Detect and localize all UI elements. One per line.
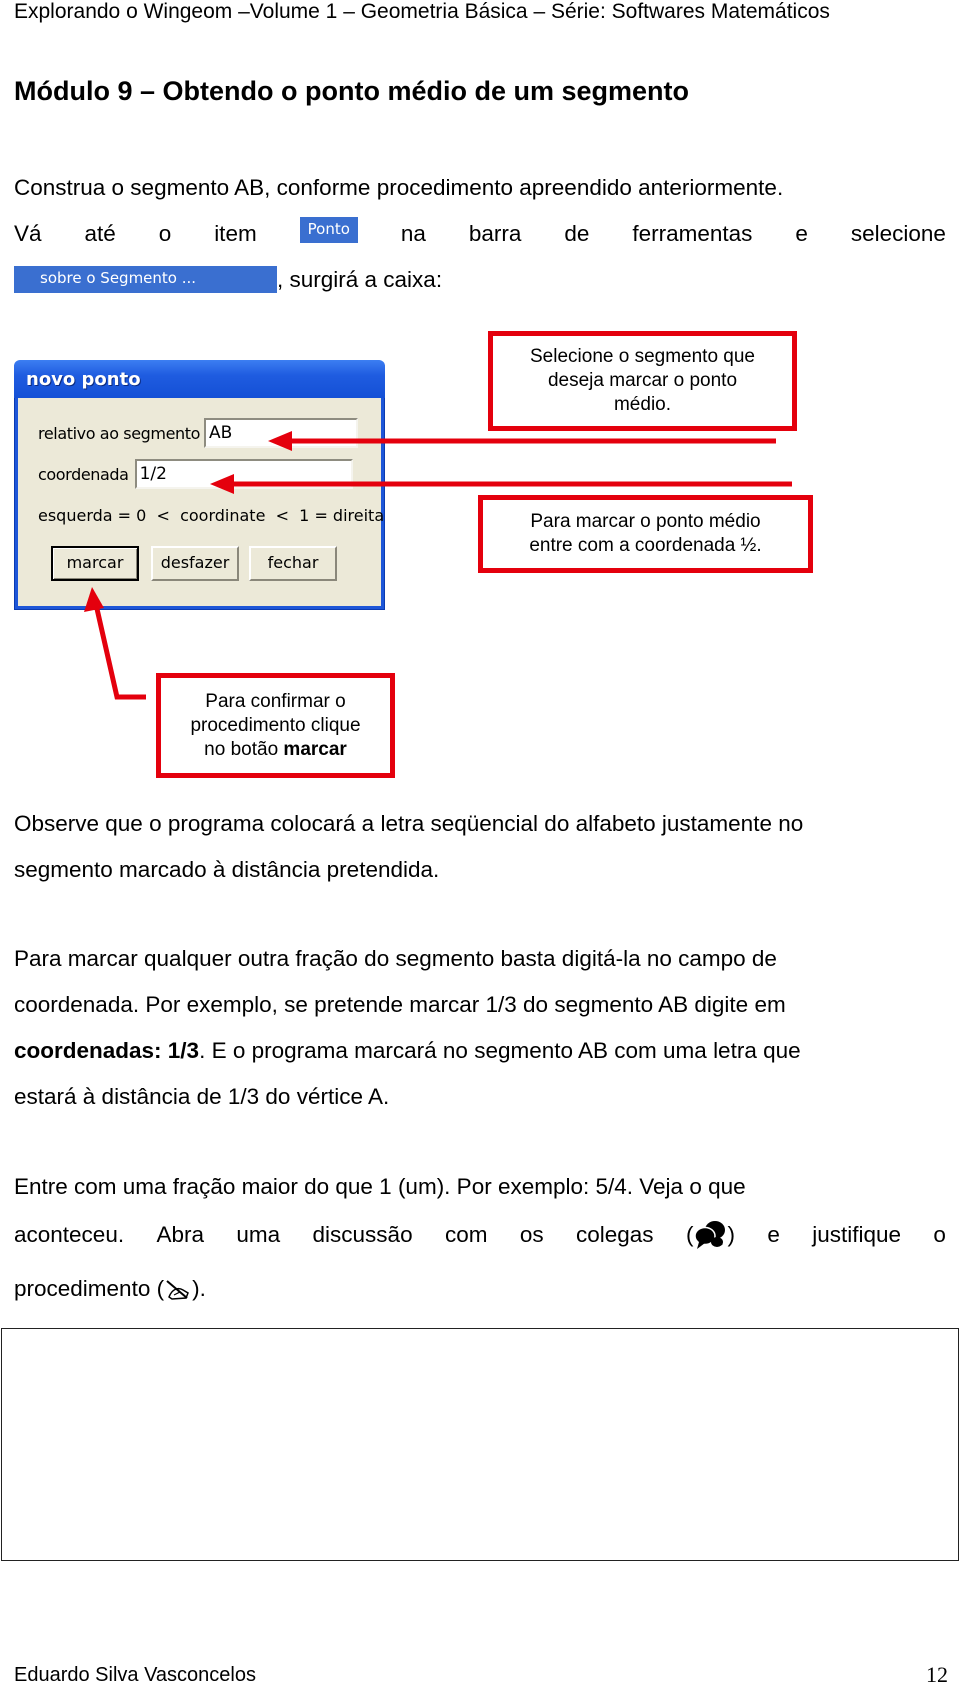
word: item xyxy=(214,221,257,246)
close-paren: ) xyxy=(727,1222,735,1247)
fraction-line-1: Para marcar qualquer outra fração do seg… xyxy=(14,946,777,971)
callout-line: procedimento clique xyxy=(190,714,361,736)
word: justifique xyxy=(812,1222,902,1247)
word: os xyxy=(519,1222,544,1247)
word: e xyxy=(795,221,808,246)
observe-paragraph: Observe que o programa colocará a letra … xyxy=(14,801,946,893)
sobre-segmento-menu-chip: sobre o Segmento ... xyxy=(14,265,277,293)
word: barra xyxy=(468,221,522,246)
fechar-button[interactable]: fechar xyxy=(249,546,337,581)
callout-enter-coordinate: Para marcar o ponto médio entre com a co… xyxy=(478,495,813,573)
word: selecione xyxy=(850,221,946,246)
word: e xyxy=(767,1222,780,1247)
challenge-line-3-prefix: procedimento ( xyxy=(14,1276,165,1301)
footer-author: Eduardo Silva Vasconcelos xyxy=(14,1664,256,1686)
coordinate-row: coordenada xyxy=(38,459,353,489)
fraction-line-4: estará à distância de 1/3 do vértice A. xyxy=(14,1084,390,1109)
callout-line: Para confirmar o xyxy=(205,690,346,712)
module-title: Módulo 9 – Obtendo o ponto médio de um s… xyxy=(14,76,689,106)
ponto-menu-chip: Ponto xyxy=(299,217,358,243)
callout-line: Para marcar o ponto médio xyxy=(530,511,761,532)
discussion-group: ( ) xyxy=(686,1211,735,1259)
coordinate-input[interactable] xyxy=(134,459,353,489)
word: uma xyxy=(236,1222,281,1247)
callout-line: médio. xyxy=(613,394,672,415)
observe-line-2: segmento marcado à distância pretendida. xyxy=(14,857,440,882)
challenge-line-3-suffix: ). xyxy=(192,1276,206,1301)
challenge-paragraph: Entre com uma fração maior do que 1 (um)… xyxy=(14,1163,946,1313)
word: com xyxy=(444,1222,488,1247)
coordinate-hint: esquerda = 0 < coordinate < 1 = direita xyxy=(38,506,385,525)
callout-select-segment: Selecione o segmento que deseja marcar o… xyxy=(488,331,797,431)
word: colegas xyxy=(576,1222,654,1247)
word: o xyxy=(933,1222,946,1247)
callout-line: Selecione o segmento que xyxy=(530,346,755,367)
dialog-title: novo ponto xyxy=(26,368,141,390)
callout-text: no botão xyxy=(204,738,284,760)
fraction-line-3: coordenadas: 1/3. E o programa marcará n… xyxy=(14,1028,946,1074)
callout-line: deseja marcar o ponto xyxy=(547,370,738,391)
answer-box[interactable] xyxy=(1,1328,959,1561)
word: aconteceu. xyxy=(14,1222,125,1247)
word: o xyxy=(158,221,172,246)
coordinate-label: coordenada xyxy=(38,464,129,484)
speech-bubbles-icon xyxy=(694,1221,726,1249)
writing-hand-icon xyxy=(166,1280,190,1300)
word: Abra xyxy=(156,1222,204,1247)
word: ferramentas xyxy=(632,221,753,246)
word: de xyxy=(564,221,590,246)
intro-paragraph: Construa o segmento AB, conforme procedi… xyxy=(14,165,946,303)
word: na xyxy=(400,221,426,246)
segment-row: relativo ao segmento xyxy=(38,418,359,448)
novo-ponto-dialog: novo ponto relativo ao segmento coordena… xyxy=(14,360,385,610)
callout-line: entre com a coordenada ½. xyxy=(529,535,762,556)
page-number: 12 xyxy=(926,1662,948,1687)
segment-label: relativo ao segmento xyxy=(38,423,201,443)
running-header: Explorando o Wingeom –Volume 1 – Geometr… xyxy=(14,0,830,23)
word: Vá xyxy=(14,221,42,246)
callout-confirm: Para confirmar o procedimento clique no … xyxy=(156,673,395,778)
observe-line-1: Observe que o programa colocará a letra … xyxy=(14,811,804,836)
fraction-line-3-rest: . E o programa marcará no segmento AB co… xyxy=(199,1038,801,1063)
bold-example: coordenadas: 1/3 xyxy=(14,1038,200,1063)
callout-bold-text: marcar xyxy=(283,738,347,760)
challenge-line-1: Entre com uma fração maior do que 1 (um)… xyxy=(14,1174,746,1199)
dialog-body: relativo ao segmento coordenada esquerda… xyxy=(18,398,385,606)
open-paren: ( xyxy=(685,1222,694,1247)
callout-line: no botão marcar xyxy=(190,738,360,762)
intro-line-3-suffix: , surgirá a caixa: xyxy=(277,267,443,292)
intro-line-3: sobre o Segmento ..., surgirá a caixa: xyxy=(14,257,946,303)
marcar-button[interactable]: marcar xyxy=(51,546,139,581)
dialog-titlebar[interactable]: novo ponto xyxy=(14,360,385,398)
challenge-line-2: aconteceu. Abra uma discussão com os col… xyxy=(14,1211,946,1259)
word: discussão xyxy=(312,1222,413,1247)
fraction-paragraph: Para marcar qualquer outra fração do seg… xyxy=(14,936,946,1120)
segment-input[interactable] xyxy=(204,418,359,448)
challenge-line-3: procedimento ( ). xyxy=(14,1265,946,1313)
fraction-line-2: coordenada. Por exemplo, se pretende mar… xyxy=(14,992,786,1017)
desfazer-button[interactable]: desfazer xyxy=(151,546,239,581)
word: até xyxy=(84,221,116,246)
intro-line-1: Construa o segmento AB, conforme procedi… xyxy=(14,175,784,200)
intro-line-2: Vá até o item Ponto na barra de ferramen… xyxy=(14,211,946,257)
